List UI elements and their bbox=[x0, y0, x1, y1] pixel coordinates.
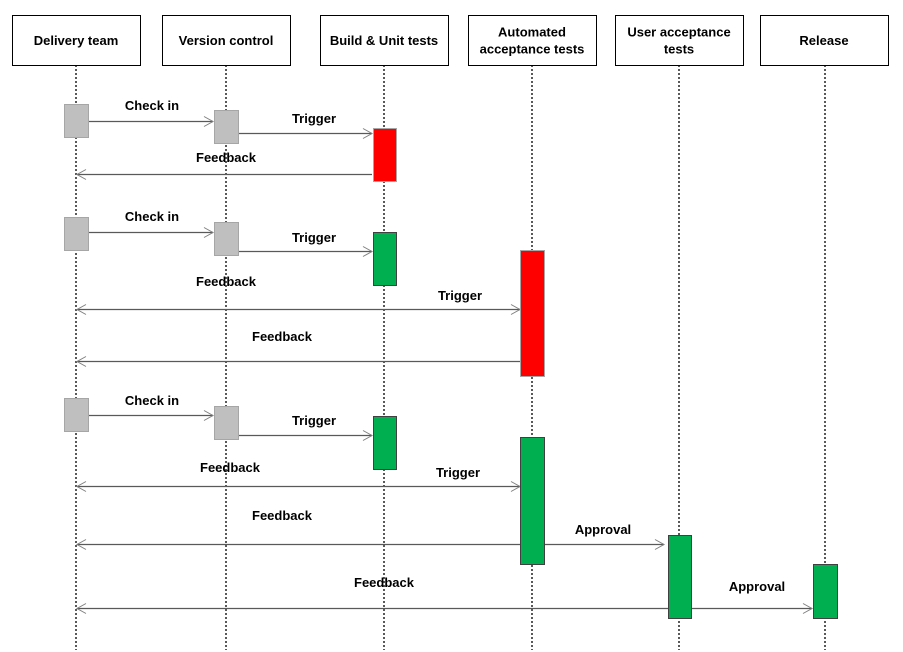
message-label: Approval bbox=[575, 522, 631, 537]
lane-header-build: Build & Unit tests bbox=[320, 15, 449, 66]
activation-uat-pass bbox=[668, 535, 692, 619]
message-label: Feedback bbox=[196, 150, 257, 165]
message-label: Trigger bbox=[436, 465, 480, 480]
message-feedback bbox=[75, 603, 668, 614]
activation-vc-neutral bbox=[214, 110, 239, 144]
lane-header-label: User acceptance bbox=[627, 25, 730, 40]
message-trigger bbox=[75, 481, 522, 492]
message-check-in bbox=[88, 116, 215, 127]
message-label: Trigger bbox=[438, 288, 482, 303]
message-feedback bbox=[75, 539, 520, 550]
lane-headers: Delivery team Version control Build & Unit… bbox=[12, 15, 889, 66]
message-lines bbox=[75, 116, 814, 614]
lane-header-delivery: Delivery team bbox=[12, 15, 141, 66]
lane-header-label: tests bbox=[664, 42, 694, 57]
activation-build-fail bbox=[373, 128, 397, 182]
activation-aat-pass bbox=[520, 437, 545, 565]
message-label: Trigger bbox=[292, 230, 336, 245]
lane-header-aat: Automated acceptance tests bbox=[468, 15, 597, 66]
lane-header-label: Build & Unit tests bbox=[330, 33, 438, 48]
activation-delivery-neutral bbox=[64, 217, 89, 251]
lane-header-box bbox=[615, 15, 744, 66]
lane-header-vc: Version control bbox=[162, 15, 291, 66]
activation-aat-fail bbox=[520, 250, 545, 377]
lane-header-label: acceptance tests bbox=[480, 42, 585, 57]
message-label: Feedback bbox=[252, 508, 313, 523]
activation-vc-neutral bbox=[214, 406, 239, 440]
message-label: Feedback bbox=[200, 460, 261, 475]
message-label: Feedback bbox=[196, 274, 257, 289]
message-check-in bbox=[88, 227, 215, 238]
message-trigger bbox=[75, 304, 522, 315]
lane-header-uat: User acceptance tests bbox=[615, 15, 744, 66]
message-approval bbox=[691, 603, 814, 614]
sequence-diagram: Delivery team Version control Build & Unit… bbox=[12, 15, 889, 650]
message-labels: Check in Trigger Feedback Check in Trigger Fe… bbox=[125, 98, 785, 594]
message-trigger bbox=[238, 246, 374, 257]
lane-header-box bbox=[468, 15, 597, 66]
message-label: Feedback bbox=[252, 329, 313, 344]
message-feedback bbox=[75, 356, 520, 367]
activation-release-pass bbox=[813, 564, 838, 619]
message-check-in bbox=[88, 410, 215, 421]
lifelines bbox=[75, 65, 826, 650]
activation-build-pass bbox=[373, 232, 397, 286]
message-feedback bbox=[75, 169, 372, 180]
message-trigger bbox=[238, 430, 374, 441]
lane-header-label: Release bbox=[799, 33, 848, 48]
message-label: Check in bbox=[125, 209, 179, 224]
message-trigger bbox=[238, 128, 374, 139]
message-label: Approval bbox=[729, 579, 785, 594]
activation-build-pass bbox=[373, 416, 397, 470]
message-label: Check in bbox=[125, 393, 179, 408]
message-label: Feedback bbox=[354, 575, 415, 590]
lane-header-label: Version control bbox=[179, 33, 274, 48]
lane-header-release: Release bbox=[760, 15, 889, 66]
message-label: Trigger bbox=[292, 111, 336, 126]
activation-delivery-neutral bbox=[64, 398, 89, 432]
activation-delivery-neutral bbox=[64, 104, 89, 138]
message-label: Trigger bbox=[292, 413, 336, 428]
message-label: Check in bbox=[125, 98, 179, 113]
lane-header-label: Automated bbox=[498, 25, 566, 40]
lane-header-label: Delivery team bbox=[34, 33, 119, 48]
message-approval bbox=[544, 539, 666, 550]
activation-vc-neutral bbox=[214, 222, 239, 256]
